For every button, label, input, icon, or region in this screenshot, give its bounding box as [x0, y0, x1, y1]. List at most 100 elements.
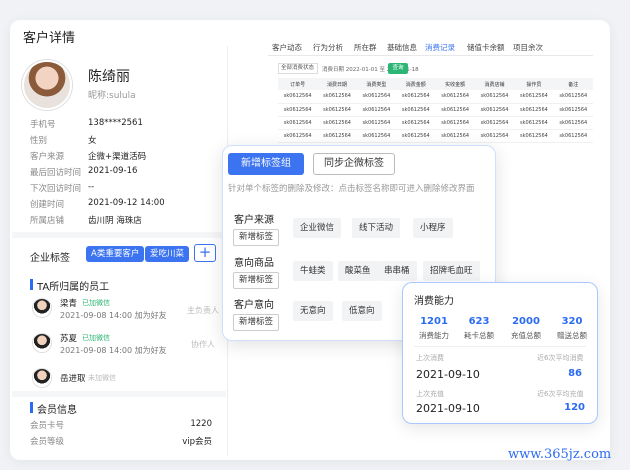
- sync-wecom-tags-button[interactable]: 同步企微标签: [313, 153, 395, 175]
- info-row-next-visit: 下次回访时间 --: [30, 182, 94, 194]
- column-header: 消费金额: [396, 78, 436, 90]
- table-cell: sk0612564: [474, 90, 515, 104]
- query-button[interactable]: 查询: [388, 63, 408, 74]
- last-consume-date: 2021-09-10: [416, 368, 480, 381]
- table-cell: sk0612564: [514, 103, 554, 117]
- avg-consume-label: 近6次平均消费: [537, 354, 584, 362]
- table-cell: sk0612564: [317, 103, 357, 117]
- table-cell: sk0612564: [553, 103, 593, 117]
- table-cell: sk0612564: [474, 103, 515, 117]
- table-cell: sk0612564: [317, 90, 357, 104]
- tag-chip[interactable]: 无意向: [293, 301, 333, 321]
- employee-added-time: 2021-09-08 14:00 加为好友: [60, 311, 167, 320]
- employee-wechat-badge: 已加微信: [82, 334, 110, 342]
- table-cell: sk0612564: [356, 129, 397, 143]
- info-value: 2021-09-12 14:00: [88, 198, 165, 208]
- section-divider: [12, 391, 226, 397]
- info-label: 性别: [30, 136, 48, 146]
- tag-chip[interactable]: 低意向: [342, 301, 382, 321]
- column-header: 订单号: [278, 78, 318, 90]
- table-cell: sk0612564: [553, 129, 593, 143]
- tab-basic-info[interactable]: 基础信息: [387, 42, 417, 53]
- table-cell: sk0612564: [396, 116, 436, 130]
- info-value: 女: [88, 136, 97, 146]
- tag-chip[interactable]: 企业微信: [293, 218, 342, 238]
- tab-groups[interactable]: 所在群: [354, 42, 377, 53]
- tab-stored-value-balance[interactable]: 储值卡余额: [467, 42, 505, 53]
- table-cell: sk0612564: [396, 103, 436, 117]
- member-value: vip会员: [182, 437, 212, 447]
- avg-recharge-label: 近6次平均充值: [537, 390, 584, 398]
- table-cell: sk0612564: [474, 129, 515, 143]
- tag-chip[interactable]: 招牌毛血旺: [423, 261, 480, 281]
- table-cell: sk0612564: [317, 129, 357, 143]
- info-row-last-visit: 最后回访时间 2021-09-16: [30, 166, 137, 178]
- stat-label: 充值总额: [511, 331, 541, 340]
- table-cell: sk0612564: [396, 129, 436, 143]
- enterprise-tag[interactable]: 爱吃川菜: [145, 246, 190, 262]
- customer-avatar: [22, 60, 72, 110]
- table-cell: sk0612564: [474, 116, 515, 130]
- table-cell: sk0612564: [278, 90, 318, 104]
- info-label: 所属店铺: [30, 216, 65, 226]
- table-cell: sk0612564: [356, 116, 397, 130]
- info-label: 最后回访时间: [30, 168, 82, 178]
- last-consume-label: 上次消费: [416, 354, 444, 362]
- info-value: 齿川阴 海珠店: [88, 216, 142, 226]
- tab-consumption-records[interactable]: 消费记录: [425, 42, 455, 56]
- table-cell: sk0612564: [435, 90, 475, 104]
- employee-wechat-badge: 未加微信: [88, 374, 116, 382]
- tag-group-label: 客户来源: [234, 215, 274, 226]
- table-cell: sk0612564: [514, 129, 554, 143]
- tab-customer-activity[interactable]: 客户动态: [272, 42, 302, 53]
- tab-project-balance[interactable]: 项目余次: [513, 42, 543, 53]
- tag-chip[interactable]: 牛蛙类: [293, 261, 333, 281]
- column-header: 消费类型: [356, 78, 397, 90]
- table-row: sk0612564 sk0612564 sk0612564 sk0612564 sk06…: [278, 116, 593, 130]
- consumption-table: 订单号 消费日期 消费类型 消费金额 实收金额 消费店铺 操作员 备注 sk06…: [278, 78, 593, 143]
- card-divider: [414, 346, 586, 347]
- info-row-store: 所属店铺 齿川阴 海珠店: [30, 214, 142, 226]
- table-row: sk0612564 sk0612564 sk0612564 sk0612564 sk06…: [278, 129, 593, 143]
- stat-value: 623: [468, 316, 490, 327]
- table-cell: sk0612564: [553, 90, 593, 104]
- employee-wechat-badge: 已加微信: [82, 299, 110, 307]
- add-tag-button[interactable]: 新增标签: [233, 272, 279, 289]
- table-cell: sk0612564: [356, 103, 397, 117]
- column-header: 消费店铺: [474, 78, 515, 90]
- member-info-title: 会员信息: [37, 405, 77, 416]
- tab-behavior-analysis[interactable]: 行为分析: [313, 42, 343, 53]
- tag-chip[interactable]: 小程序: [413, 218, 453, 238]
- tag-group-label: 意向商品: [234, 258, 274, 269]
- table-cell: sk0612564: [435, 129, 475, 143]
- section-divider: [12, 232, 226, 238]
- employee-avatar: [33, 299, 51, 317]
- column-header: 实收金额: [435, 78, 475, 90]
- info-row-phone: 手机号 138****2561: [30, 118, 143, 130]
- table-row: sk0612564 sk0612564 sk0612564 sk0612564 sk06…: [278, 90, 593, 104]
- member-label: 会员等级: [30, 437, 65, 447]
- table-cell: sk0612564: [514, 90, 554, 104]
- tag-chip[interactable]: 串串桶: [377, 261, 417, 281]
- info-row-gender: 性别 女: [30, 134, 97, 146]
- add-tag-button[interactable]: +: [194, 244, 216, 262]
- tag-chip[interactable]: 酸菜鱼: [338, 261, 378, 281]
- consumption-status-select[interactable]: 全部消费状态: [278, 63, 318, 74]
- add-tag-button[interactable]: 新增标签: [233, 229, 279, 246]
- last-recharge-label: 上次充值: [416, 390, 444, 398]
- table-header-row: 订单号 消费日期 消费类型 消费金额 实收金额 消费店铺 操作员 备注: [278, 78, 593, 90]
- enterprise-tag[interactable]: A类重要客户: [86, 246, 145, 262]
- consumption-ability-title: 消费能力: [414, 296, 454, 307]
- site-watermark: www.365jz.com: [508, 447, 612, 462]
- stat-value: 320: [561, 316, 583, 327]
- member-level-row: 会员等级 vip会员: [30, 435, 212, 447]
- employee-name: 梁青: [60, 299, 78, 309]
- stat-value: 1201: [420, 316, 448, 327]
- add-tag-button[interactable]: 新增标签: [233, 314, 279, 331]
- new-tag-group-button[interactable]: 新增标签组: [228, 153, 304, 175]
- customer-nickname: 昵称:sulula: [88, 91, 136, 101]
- table-cell: sk0612564: [278, 116, 318, 130]
- tag-chip[interactable]: 线下活动: [352, 218, 401, 238]
- table-cell: sk0612564: [278, 103, 318, 117]
- section-marker: [30, 279, 33, 290]
